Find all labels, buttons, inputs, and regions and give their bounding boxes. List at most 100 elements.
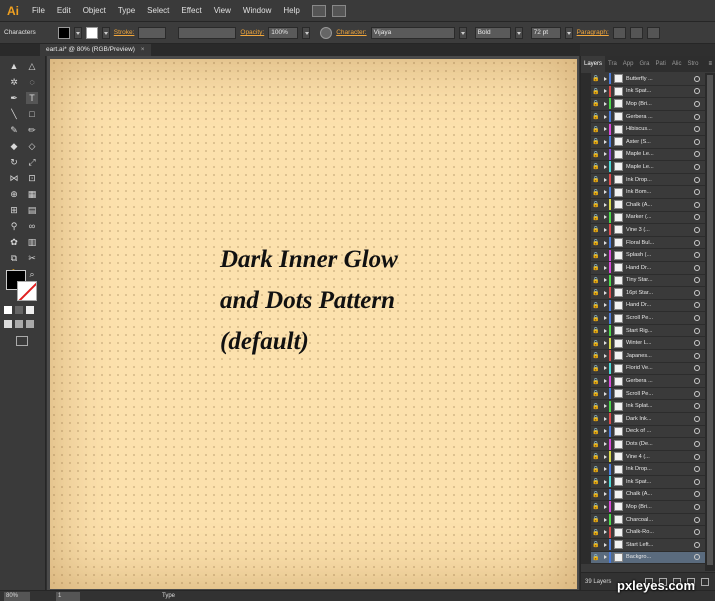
screen-mode-icon[interactable] — [16, 336, 28, 346]
target-circle-icon[interactable] — [694, 163, 700, 170]
layer-row[interactable]: 🔒 Ink Drop... — [581, 463, 705, 476]
visibility-toggle[interactable] — [581, 438, 591, 451]
status-text[interactable]: Type — [162, 593, 175, 599]
visibility-toggle[interactable] — [581, 85, 591, 98]
layer-name[interactable]: Scroll Pe... — [626, 391, 694, 397]
artboard-text[interactable]: Dark Inner Glow and Dots Pattern (defaul… — [220, 239, 480, 362]
target-circle-icon[interactable] — [694, 151, 700, 158]
visibility-toggle[interactable] — [581, 249, 591, 262]
target-circle-icon[interactable] — [694, 503, 700, 510]
lock-icon[interactable]: 🔒 — [591, 340, 601, 347]
document-tab[interactable]: eart.ai* @ 80% (RGB/Preview) × — [40, 44, 151, 56]
target-circle-icon[interactable] — [694, 113, 700, 120]
target-circle-icon[interactable] — [694, 138, 700, 145]
layer-name[interactable]: Scroll Pe... — [626, 315, 694, 321]
visibility-toggle[interactable] — [581, 450, 591, 463]
target-circle-icon[interactable] — [694, 264, 700, 271]
rotate-tool-icon[interactable]: ↻ — [8, 156, 20, 168]
lock-icon[interactable]: 🔒 — [591, 478, 601, 485]
layer-row[interactable]: 🔒 Mop (Bri... — [581, 500, 705, 514]
visibility-toggle[interactable] — [581, 211, 591, 224]
layer-name[interactable]: Deck of ... — [626, 428, 694, 434]
layer-row[interactable]: 🔒 Scroll Pe... — [581, 312, 705, 325]
expand-arrow-icon[interactable] — [601, 341, 609, 346]
lock-icon[interactable]: 🔒 — [591, 302, 601, 309]
expand-arrow-icon[interactable] — [601, 429, 609, 434]
close-icon[interactable]: × — [141, 46, 145, 53]
expand-arrow-icon[interactable] — [601, 177, 609, 182]
layer-name[interactable]: Butterfly ... — [626, 76, 694, 82]
menu-window[interactable]: Window — [237, 0, 277, 22]
lock-icon[interactable]: 🔒 — [591, 75, 601, 82]
lock-icon[interactable]: 🔒 — [591, 415, 601, 422]
lasso-tool-icon[interactable]: ◌ — [26, 76, 38, 88]
layer-row[interactable]: 🔒 Ink Splat... — [581, 400, 705, 414]
gradient-tool-icon[interactable]: ▤ — [26, 204, 38, 216]
visibility-toggle[interactable] — [581, 261, 591, 274]
layer-name[interactable]: Florid Ve... — [626, 365, 694, 371]
visibility-toggle[interactable] — [581, 337, 591, 350]
expand-arrow-icon[interactable] — [601, 290, 609, 295]
menu-effect[interactable]: Effect — [175, 0, 207, 22]
visibility-toggle[interactable] — [581, 463, 591, 476]
lock-icon[interactable]: 🔒 — [591, 113, 601, 120]
fill-dropdown[interactable] — [73, 26, 82, 39]
symbol-sprayer-tool-icon[interactable]: ✿ — [8, 236, 20, 248]
expand-arrow-icon[interactable] — [601, 328, 609, 333]
layer-row[interactable]: 🔒 Charcoal... — [581, 513, 705, 527]
target-circle-icon[interactable] — [694, 378, 700, 385]
visibility-toggle[interactable] — [581, 526, 591, 539]
layer-row[interactable]: 🔒 Hibiscus... — [581, 123, 705, 136]
menu-edit[interactable]: Edit — [51, 0, 77, 22]
draw-normal-icon[interactable] — [4, 320, 12, 328]
layer-row[interactable]: 🔒 Dark Ink... — [581, 412, 705, 426]
lock-icon[interactable]: 🔒 — [591, 541, 601, 548]
expand-arrow-icon[interactable] — [601, 479, 609, 484]
target-circle-icon[interactable] — [694, 214, 700, 221]
layer-row[interactable]: 🔒 Backgro... — [581, 551, 705, 565]
expand-arrow-icon[interactable] — [601, 76, 609, 81]
visibility-toggle[interactable] — [581, 173, 591, 186]
tab-pathfinder[interactable]: Pati — [653, 56, 669, 72]
target-circle-icon[interactable] — [694, 441, 700, 448]
layer-row[interactable]: 🔒 Deck of ... — [581, 425, 705, 439]
layer-row[interactable]: 🔒 Gerbera ... — [581, 110, 705, 124]
visibility-toggle[interactable] — [581, 97, 591, 110]
layer-row[interactable]: 🔒 Chalk (A... — [581, 488, 705, 502]
font-size-field[interactable]: 72 pt — [530, 26, 561, 39]
layer-name[interactable]: Floral Bul... — [626, 240, 694, 246]
lock-icon[interactable]: 🔒 — [591, 378, 601, 385]
target-circle-icon[interactable] — [694, 428, 700, 435]
draw-inside-icon[interactable] — [26, 320, 34, 328]
layer-name[interactable]: Maple Le... — [626, 151, 694, 157]
align-center-button[interactable] — [629, 26, 643, 39]
bridge-icon[interactable] — [311, 4, 326, 17]
free-transform-tool-icon[interactable]: ⊡ — [26, 172, 38, 184]
tab-align[interactable]: Alic — [669, 56, 685, 72]
width-tool-icon[interactable]: ⋈ — [8, 172, 20, 184]
lock-icon[interactable]: 🔒 — [591, 466, 601, 473]
layer-row[interactable]: 🔒 Butterfly ... — [581, 72, 705, 86]
visibility-toggle[interactable] — [581, 349, 591, 362]
lock-icon[interactable]: 🔒 — [591, 491, 601, 498]
tab-appearance[interactable]: App — [620, 56, 637, 72]
lock-icon[interactable]: 🔒 — [591, 428, 601, 435]
selection-tool-icon[interactable]: ▲ — [8, 60, 20, 72]
layer-name[interactable]: Ink Splat... — [626, 403, 694, 409]
target-circle-icon[interactable] — [694, 415, 700, 422]
layer-name[interactable]: Dark Ink... — [626, 416, 694, 422]
recolor-icon[interactable] — [320, 26, 333, 39]
type-tool-icon[interactable]: T — [26, 92, 38, 104]
expand-arrow-icon[interactable] — [601, 265, 609, 270]
visibility-toggle[interactable] — [581, 475, 591, 488]
tab-transparency[interactable]: Tra — [605, 56, 620, 72]
layer-row[interactable]: 🔒 Hand Dr... — [581, 299, 705, 313]
layer-row[interactable]: 🔒 Maple Le... — [581, 148, 705, 162]
opacity-dropdown[interactable] — [302, 26, 311, 39]
eyedropper-tool-icon[interactable]: ⚲ — [8, 220, 20, 232]
paragraph-label[interactable]: Paragraph: — [577, 29, 609, 36]
artboard[interactable]: Dark Inner Glow and Dots Pattern (defaul… — [50, 59, 577, 589]
expand-arrow-icon[interactable] — [601, 353, 609, 358]
lock-icon[interactable]: 🔒 — [591, 252, 601, 259]
layer-name[interactable]: Vine 4 (... — [626, 454, 694, 460]
